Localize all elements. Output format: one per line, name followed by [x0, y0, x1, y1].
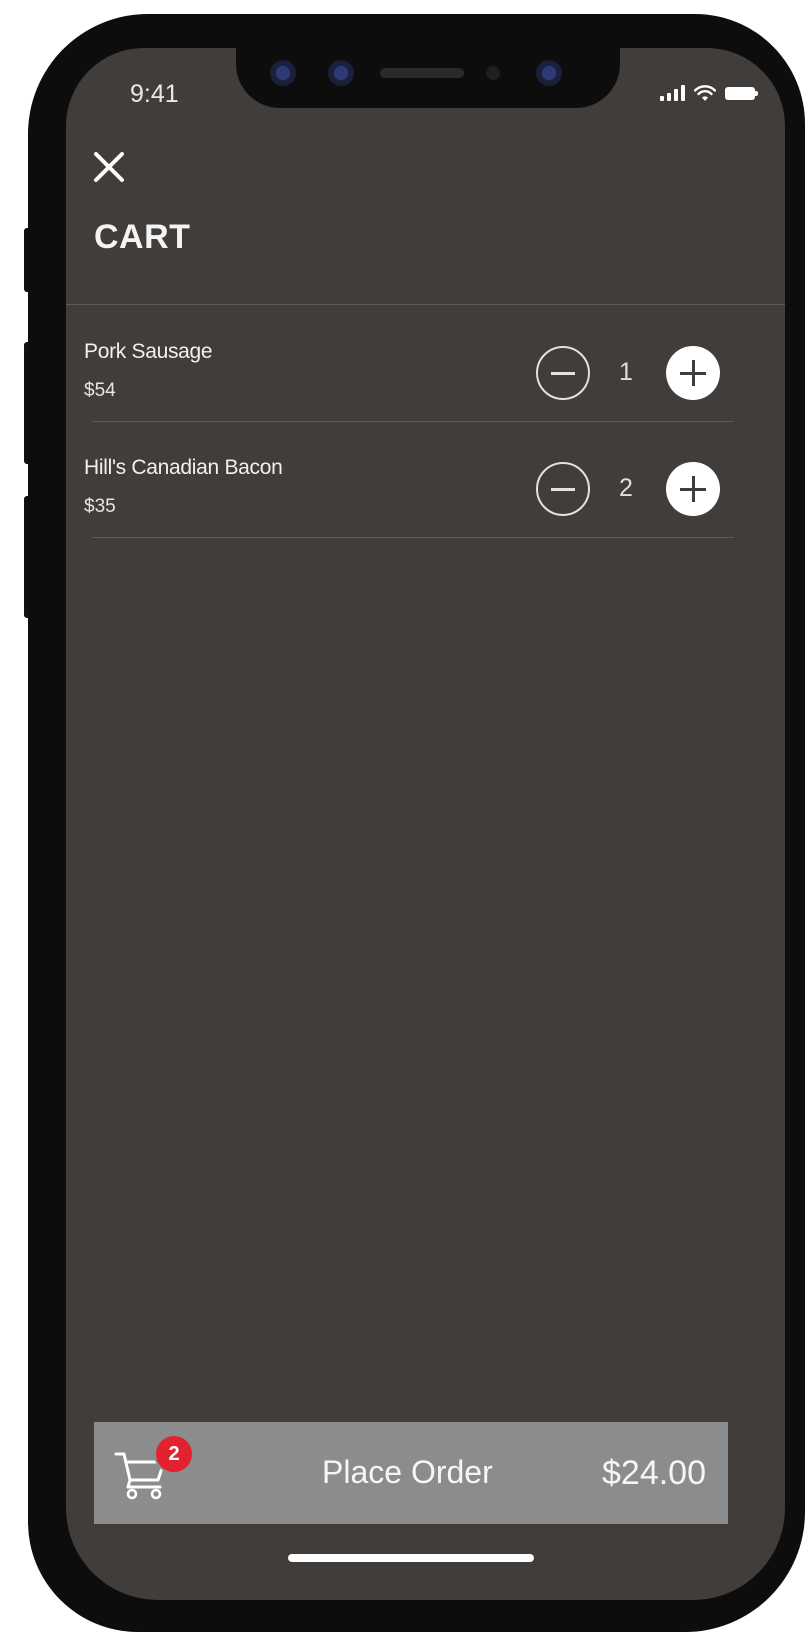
wifi-icon — [694, 85, 716, 101]
quantity-value: 2 — [619, 474, 633, 502]
camera-lens — [536, 60, 562, 86]
decrease-quantity-button[interactable] — [536, 462, 590, 516]
quantity-value: 1 — [619, 358, 633, 386]
item-name: Hill's Canadian Bacon — [84, 456, 283, 479]
cart-item: Pork Sausage $54 1 — [84, 306, 746, 422]
item-price: $35 — [84, 496, 116, 517]
camera-lens — [328, 60, 354, 86]
close-icon[interactable] — [92, 150, 126, 184]
increase-quantity-button[interactable] — [666, 346, 720, 400]
status-icons — [660, 84, 758, 102]
battery-icon — [725, 86, 758, 100]
cellular-signal-icon — [660, 85, 685, 101]
camera-lens — [270, 60, 296, 86]
earpiece-speaker — [380, 68, 464, 78]
cart-count-badge: 2 — [154, 1434, 194, 1474]
place-order-bar[interactable]: 2 Place Order $24.00 — [94, 1422, 728, 1524]
item-name: Pork Sausage — [84, 340, 213, 363]
cart-item: Hill's Canadian Bacon $35 2 — [84, 422, 746, 538]
home-indicator — [288, 1554, 534, 1562]
item-price: $54 — [84, 380, 116, 401]
status-time: 9:41 — [130, 80, 179, 108]
decrease-quantity-button[interactable] — [536, 346, 590, 400]
item-divider — [92, 537, 734, 538]
order-total: $24.00 — [602, 1454, 706, 1492]
app-screen: 9:41 CART Pork Sausage $54 1 Hill's Cana… — [66, 48, 785, 1600]
camera-notch — [236, 48, 620, 108]
header-divider — [66, 304, 785, 305]
proximity-sensor — [486, 66, 500, 80]
place-order-label: Place Order — [322, 1454, 493, 1490]
increase-quantity-button[interactable] — [666, 462, 720, 516]
page-title: CART — [94, 218, 191, 256]
